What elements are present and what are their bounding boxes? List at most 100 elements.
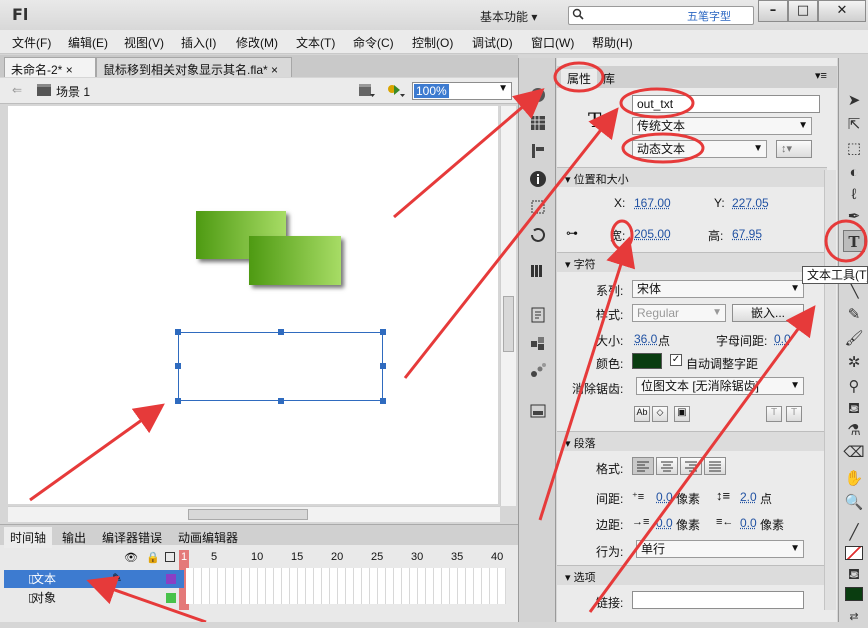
help-search-input[interactable]: 五笔字型 <box>568 6 754 25</box>
eyedropper-tool-icon[interactable]: ⚗ <box>843 420 865 442</box>
brush-tool-icon[interactable]: 🖌 <box>843 328 865 350</box>
resize-handle[interactable] <box>380 398 386 404</box>
deco-tool-icon[interactable]: ✲ <box>843 352 865 374</box>
anti-alias-select[interactable]: 位图文本 [无消除锯齿] ▼ <box>636 377 804 395</box>
render-html-button[interactable]: ◇ <box>652 406 668 422</box>
layer-color-swatch[interactable] <box>166 593 176 603</box>
text-direction-button[interactable]: ↕▾ <box>776 140 812 158</box>
stroke-swatch[interactable] <box>843 542 865 564</box>
properties-scrollbar[interactable] <box>824 170 836 610</box>
tab-library[interactable]: 库 <box>597 69 621 88</box>
x-value[interactable]: 167.00 <box>634 196 671 210</box>
library-icon[interactable] <box>529 262 547 280</box>
instance-name-input[interactable]: out_txt <box>632 95 820 113</box>
doc-tab-untitled[interactable]: 未命名-2* × <box>4 57 96 77</box>
minimize-button[interactable]: – <box>758 0 788 22</box>
menu-edit[interactable]: 编辑(E) <box>68 34 108 51</box>
tab-timeline[interactable]: 时间轴 <box>4 527 53 548</box>
edit-symbols-icon[interactable] <box>386 82 406 98</box>
motion-presets-icon[interactable] <box>529 362 547 380</box>
bone-tool-icon[interactable]: ⚲ <box>843 376 865 398</box>
outline-icon[interactable] <box>165 552 175 562</box>
width-value[interactable]: 205.00 <box>634 227 671 241</box>
menu-view[interactable]: 视图(V) <box>124 34 164 51</box>
maximize-button[interactable]: □ <box>788 0 818 22</box>
resize-handle[interactable] <box>278 329 284 335</box>
font-style-select[interactable]: Regular ▼ <box>632 304 726 322</box>
text-engine-select[interactable]: 传统文本 ▼ <box>632 117 812 135</box>
swap-colors-icon[interactable]: ⇄ <box>843 606 865 628</box>
swatches-icon[interactable] <box>529 114 547 132</box>
close-icon[interactable]: × <box>66 63 73 77</box>
embed-button[interactable]: 嵌入... <box>732 304 804 322</box>
info-icon[interactable] <box>529 170 547 188</box>
resize-handle[interactable] <box>175 398 181 404</box>
eraser-tool-icon[interactable]: ⌫ <box>843 442 865 464</box>
tab-compiler-errors[interactable]: 编译器错误 <box>96 527 168 548</box>
color-icon[interactable] <box>529 86 547 104</box>
hand-tool-icon[interactable]: ✋ <box>843 468 865 490</box>
resize-handle[interactable] <box>278 398 284 404</box>
stroke-color-icon[interactable]: ╱ <box>843 522 865 544</box>
stage-canvas[interactable] <box>8 106 498 504</box>
right-margin-value[interactable]: 0.0 <box>740 516 757 530</box>
stage-vertical-scrollbar[interactable] <box>500 106 516 506</box>
edit-scene-icon[interactable] <box>358 82 376 98</box>
close-icon[interactable]: × <box>271 63 278 77</box>
tab-output[interactable]: 输出 <box>56 527 92 548</box>
dynamic-text-field[interactable] <box>175 329 386 404</box>
size-value[interactable]: 36.0 <box>634 332 657 346</box>
panel-menu-icon[interactable]: ▾≡ <box>815 69 827 82</box>
lock-ratio-icon[interactable]: ⊶ <box>566 226 578 240</box>
output-panel-icon[interactable] <box>529 402 547 420</box>
menu-text[interactable]: 文本(T) <box>296 34 335 51</box>
fill-swatch[interactable] <box>843 584 865 606</box>
section-paragraph[interactable]: ▾ 段落 <box>557 431 827 451</box>
transform-icon[interactable] <box>529 198 547 216</box>
letter-spacing-value[interactable]: 0.0 <box>774 332 791 346</box>
paint-bucket-tool-icon[interactable]: ⛾ <box>843 398 865 420</box>
autokern-checkbox[interactable]: ✓ <box>670 354 682 366</box>
section-options[interactable]: ▾ 选项 <box>557 565 827 585</box>
tab-properties[interactable]: 属性 <box>561 69 598 88</box>
resize-handle[interactable] <box>380 329 386 335</box>
layer-color-swatch[interactable] <box>166 574 176 584</box>
indent-value[interactable]: 0.0 <box>656 490 673 504</box>
menu-help[interactable]: 帮助(H) <box>592 34 633 51</box>
show-border-button[interactable]: ▣ <box>674 406 690 422</box>
tab-motion-editor[interactable]: 动画编辑器 <box>172 527 244 548</box>
scroll-thumb[interactable] <box>188 509 308 520</box>
zoom-tool-icon[interactable]: 🔍 <box>843 492 865 514</box>
resize-handle[interactable] <box>175 363 181 369</box>
justify-button[interactable] <box>704 457 726 475</box>
subselection-tool-icon[interactable]: ⇱ <box>843 114 865 136</box>
lock-icon[interactable]: 🔒 <box>146 551 160 564</box>
back-arrow-icon[interactable]: ⇐ <box>12 83 22 97</box>
align-right-button[interactable] <box>680 457 702 475</box>
align-center-button[interactable] <box>656 457 678 475</box>
section-position[interactable]: ▾ 位置和大小 <box>557 167 827 187</box>
resize-handle[interactable] <box>175 329 181 335</box>
stage-horizontal-scrollbar[interactable] <box>8 506 500 522</box>
link-input[interactable] <box>632 591 804 609</box>
menu-control[interactable]: 控制(O) <box>412 34 453 51</box>
menu-insert[interactable]: 插入(I) <box>181 34 216 51</box>
text-color-swatch[interactable] <box>632 353 662 369</box>
components-icon[interactable] <box>529 334 547 352</box>
behavior-select[interactable]: 单行 ▼ <box>636 540 804 558</box>
menu-file[interactable]: 文件(F) <box>12 34 51 51</box>
menu-modify[interactable]: 修改(M) <box>236 34 278 51</box>
left-margin-value[interactable]: 0.0 <box>656 516 673 530</box>
align-icon[interactable] <box>529 142 547 160</box>
actions-icon[interactable] <box>529 306 547 324</box>
menu-commands[interactable]: 命令(C) <box>353 34 394 51</box>
free-transform-tool-icon[interactable]: ⬚ <box>843 138 865 160</box>
3d-rotation-tool-icon[interactable]: ◐ <box>843 162 865 184</box>
selection-tool-icon[interactable]: ➤ <box>843 90 865 112</box>
resize-handle[interactable] <box>380 363 386 369</box>
align-left-button[interactable] <box>632 457 654 475</box>
section-character[interactable]: ▾ 字符 <box>557 252 827 272</box>
superscript-button[interactable]: T <box>766 406 782 422</box>
frame-grid[interactable] <box>186 568 506 604</box>
lasso-tool-icon[interactable]: ℓ <box>843 184 865 206</box>
